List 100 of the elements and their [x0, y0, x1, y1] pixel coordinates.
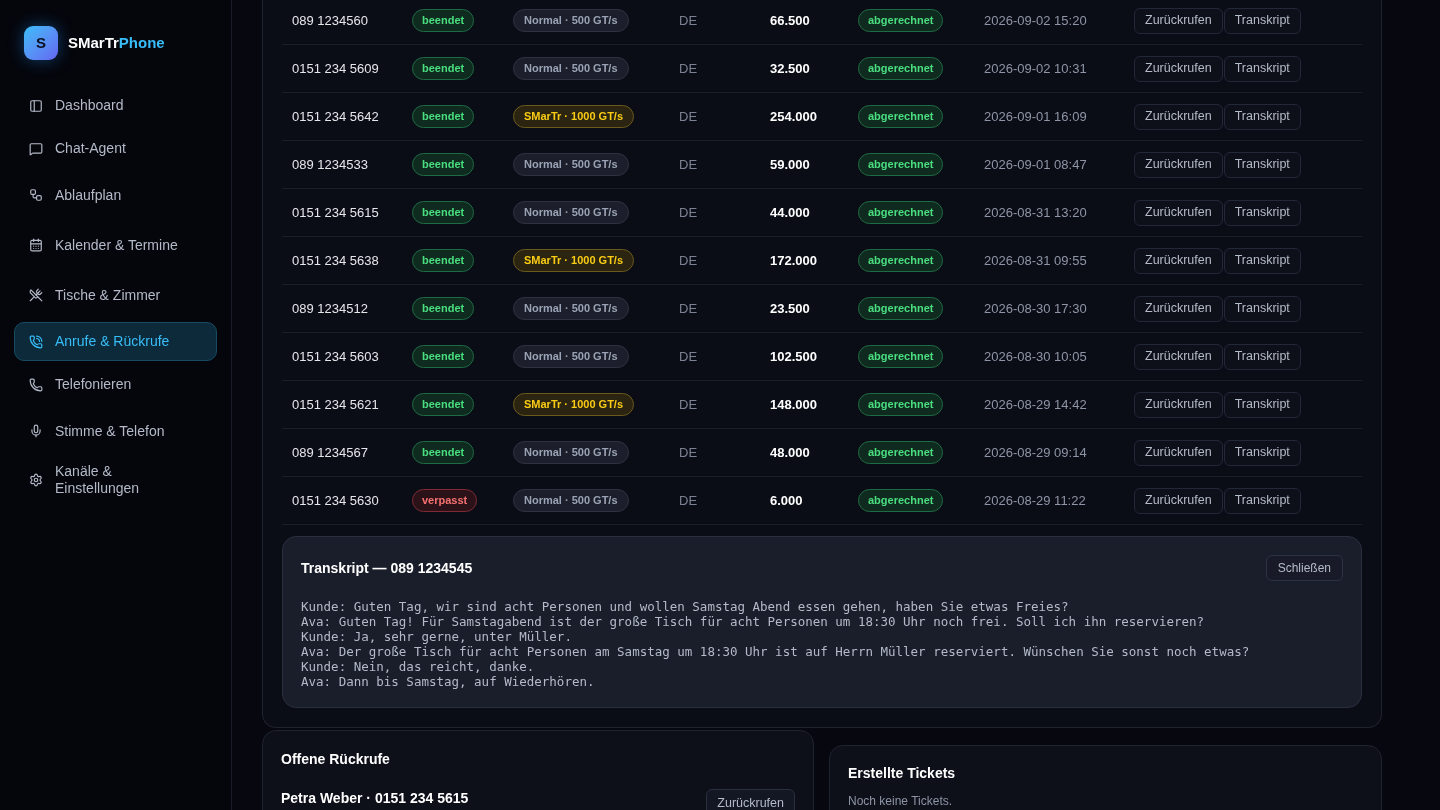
sidebar-item[interactable]: Stimme & Telefon	[14, 408, 217, 454]
transcript-button[interactable]: Transkript	[1223, 343, 1301, 370]
phone-number: 089 1234567	[291, 443, 369, 462]
country-code: DE	[679, 107, 699, 126]
billing-badge: abgerechnet	[858, 297, 944, 320]
sidebar-item[interactable]: Tische & Zimmer	[14, 272, 217, 318]
sidebar-item[interactable]: Chat-Agent	[14, 129, 217, 168]
tickets-title: Erstellte Tickets	[848, 764, 957, 783]
status-badge: beendet	[412, 153, 475, 176]
callback-button[interactable]: Zurückrufen	[706, 789, 795, 810]
transcript-button[interactable]: Transkript	[1223, 391, 1301, 418]
billing-badge: abgerechnet	[858, 9, 944, 32]
transcript-button[interactable]: Transkript	[1223, 295, 1301, 322]
telephone-icon	[29, 377, 43, 392]
status-badge: beendet	[412, 345, 475, 368]
phone-icon	[29, 334, 43, 349]
billing-badge: abgerechnet	[858, 105, 944, 128]
phone-number: 089 1234533	[291, 155, 369, 174]
sidebar-item[interactable]: Kanäle & Einstellungen	[14, 458, 217, 502]
callback-button[interactable]: Zurückrufen	[1134, 55, 1223, 82]
tier-badge: Normal · 500 GT/s	[513, 345, 629, 368]
billing-badge: abgerechnet	[858, 393, 944, 416]
tier-badge: Normal · 500 GT/s	[513, 9, 629, 32]
tier-badge: SMarTr · 1000 GT/s	[513, 105, 635, 128]
app-name: SMarTrPhone	[68, 32, 165, 53]
country-code: DE	[679, 203, 699, 222]
transcript-line: Kunde: Guten Tag, wir sind acht Personen und wollen Samstag Abend essen gehen, haben Sie etwas Freies?	[301, 599, 1070, 614]
status-badge: beendet	[412, 201, 475, 224]
call-time: 2026-09-02 10:31	[984, 59, 1088, 78]
tier-badge: Normal · 500 GT/s	[513, 57, 629, 80]
transcript-button[interactable]: Transkript	[1223, 151, 1301, 178]
token-count: 6.000	[770, 491, 804, 510]
token-count: 148.000	[770, 395, 818, 414]
transcript-button[interactable]: Transkript	[1223, 247, 1301, 274]
phone-number: 089 1234560	[291, 11, 369, 30]
call-time: 2026-09-02 15:20	[984, 11, 1088, 30]
panel-icon	[29, 98, 43, 113]
country-code: DE	[679, 395, 699, 414]
token-count: 172.000	[770, 251, 818, 270]
token-count: 32.500	[770, 59, 811, 78]
callback-button[interactable]: Zurückrufen	[1134, 295, 1223, 322]
country-code: DE	[679, 155, 699, 174]
sidebar-item[interactable]: Dashboard	[14, 86, 217, 125]
call-time: 2026-08-30 10:05	[984, 347, 1088, 366]
sidebar-item[interactable]: Anrufe & Rückrufe	[14, 322, 217, 361]
billing-badge: abgerechnet	[858, 489, 944, 512]
transcript-button[interactable]: Transkript	[1223, 199, 1301, 226]
phone-number: 0151 234 5609	[291, 59, 380, 78]
token-count: 59.000	[770, 155, 811, 174]
call-time: 2026-08-29 09:14	[984, 443, 1088, 462]
status-badge: beendet	[412, 297, 475, 320]
status-badge: beendet	[412, 393, 475, 416]
callback-button[interactable]: Zurückrufen	[1134, 247, 1223, 274]
callback-button[interactable]: Zurückrufen	[1134, 487, 1223, 514]
app-logo: S	[24, 26, 58, 60]
callback-contact: Petra Weber · 0151 234 5615	[281, 789, 469, 808]
sidebar-item[interactable]: Telefonieren	[14, 365, 217, 404]
token-count: 23.500	[770, 299, 811, 318]
microphone-icon	[29, 424, 43, 438]
callback-button[interactable]: Zurückrufen	[1134, 7, 1223, 34]
callback-button[interactable]: Zurückrufen	[1134, 391, 1223, 418]
calendar-icon	[29, 238, 43, 252]
phone-number: 0151 234 5621	[291, 395, 380, 414]
status-badge: beendet	[412, 249, 475, 272]
chat-bubble-icon	[29, 141, 43, 156]
callback-button[interactable]: Zurückrufen	[1134, 199, 1223, 226]
phone-number: 0151 234 5638	[291, 251, 380, 270]
sidebar-item[interactable]: Ablaufplan	[14, 172, 217, 218]
transcript-line: Kunde: Nein, das reicht, danke.	[301, 659, 536, 674]
country-code: DE	[679, 443, 699, 462]
transcript-button[interactable]: Transkript	[1223, 7, 1301, 34]
callback-button[interactable]: Zurückrufen	[1134, 439, 1223, 466]
transcript-button[interactable]: Transkript	[1223, 439, 1301, 466]
tier-badge: SMarTr · 1000 GT/s	[513, 249, 635, 272]
call-time: 2026-08-30 17:30	[984, 299, 1088, 318]
token-count: 66.500	[770, 11, 811, 30]
sidebar-item[interactable]: Kalender & Termine	[14, 222, 217, 268]
close-button[interactable]: Schließen	[1265, 555, 1343, 581]
billing-badge: abgerechnet	[858, 201, 944, 224]
tier-badge: SMarTr · 1000 GT/s	[513, 393, 635, 416]
call-time: 2026-08-31 09:55	[984, 251, 1088, 270]
callback-button[interactable]: Zurückrufen	[1134, 151, 1223, 178]
phone-number: 0151 234 5630	[291, 491, 380, 510]
call-time: 2026-09-01 16:09	[984, 107, 1088, 126]
tier-badge: Normal · 500 GT/s	[513, 153, 629, 176]
transcript-title: Transkript — 089 1234545	[301, 558, 473, 578]
billing-badge: abgerechnet	[858, 345, 944, 368]
country-code: DE	[679, 59, 699, 78]
transcript-button[interactable]: Transkript	[1223, 103, 1301, 130]
transcript-button[interactable]: Transkript	[1223, 487, 1301, 514]
callback-button[interactable]: Zurückrufen	[1134, 103, 1223, 130]
token-count: 44.000	[770, 203, 811, 222]
call-time: 2026-08-29 14:42	[984, 395, 1088, 414]
token-count: 254.000	[770, 107, 818, 126]
tier-badge: Normal · 500 GT/s	[513, 441, 629, 464]
call-time: 2026-09-01 08:47	[984, 155, 1088, 174]
callback-button[interactable]: Zurückrufen	[1134, 343, 1223, 370]
transcript-button[interactable]: Transkript	[1223, 55, 1301, 82]
country-code: DE	[679, 11, 699, 30]
settings-icon	[29, 473, 43, 487]
